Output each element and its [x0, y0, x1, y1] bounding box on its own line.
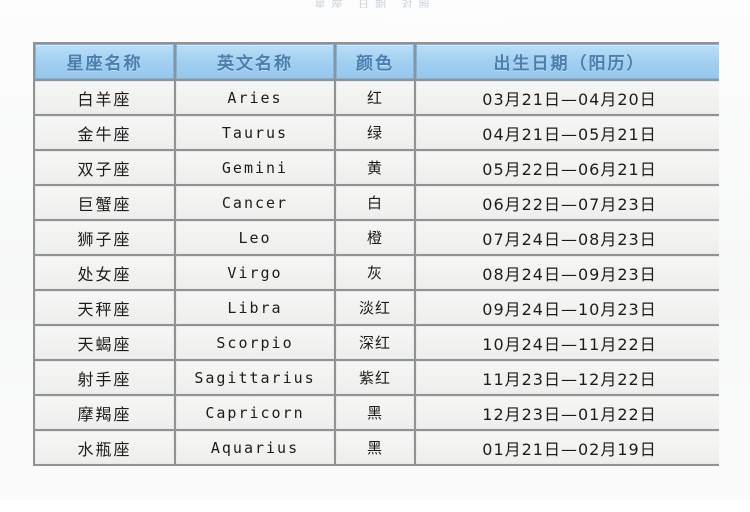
cell-chinese-name: 金牛座 — [35, 116, 174, 149]
table-body: 白羊座 Aries 红 03月21日—04月20日 金牛座 Taurus 绿 04月21日—0… — [35, 81, 719, 464]
cell-english-name: Aquarius — [176, 431, 334, 464]
table-row: 水瓶座 Aquarius 黑 01月21日—02月19日 — [35, 431, 719, 464]
cell-color: 白 — [336, 186, 414, 219]
table-row: 天蝎座 Scorpio 深红 10月24日—11月22日 — [35, 326, 719, 359]
cell-chinese-name: 天秤座 — [35, 291, 174, 324]
cell-birth-date: 01月21日—02月19日 — [416, 431, 719, 464]
cell-color: 灰 — [336, 256, 414, 289]
cell-color: 橙 — [336, 221, 414, 254]
cell-birth-date: 05月22日—06月21日 — [416, 151, 719, 184]
cell-birth-date: 06月22日—07月23日 — [416, 186, 719, 219]
cell-birth-date: 07月24日—08月23日 — [416, 221, 719, 254]
clipped-top-text: 星座 日期 对照 — [314, 0, 436, 8]
cell-chinese-name: 天蝎座 — [35, 326, 174, 359]
column-header-birth-date: 出生日期（阳历） — [416, 44, 719, 79]
table-row: 射手座 Sagittarius 紫红 11月23日—12月22日 — [35, 361, 719, 394]
table-row: 处女座 Virgo 灰 08月24日—09月23日 — [35, 256, 719, 289]
page-background: 星座 日期 对照 星座名称 英文名称 颜色 出生日期（阳历） 白羊座 Aries 红… — [0, 0, 750, 500]
cell-chinese-name: 摩羯座 — [35, 396, 174, 429]
cell-birth-date: 04月21日—05月21日 — [416, 116, 719, 149]
zodiac-table-container: 星座名称 英文名称 颜色 出生日期（阳历） 白羊座 Aries 红 03月21日—04… — [33, 42, 719, 512]
cell-chinese-name: 处女座 — [35, 256, 174, 289]
cell-color: 黑 — [336, 431, 414, 464]
cell-birth-date: 10月24日—11月22日 — [416, 326, 719, 359]
cell-chinese-name: 水瓶座 — [35, 431, 174, 464]
cell-color: 淡红 — [336, 291, 414, 324]
cell-chinese-name: 白羊座 — [35, 81, 174, 114]
column-header-color: 颜色 — [336, 44, 414, 79]
table-row: 双子座 Gemini 黄 05月22日—06月21日 — [35, 151, 719, 184]
cell-birth-date: 03月21日—04月20日 — [416, 81, 719, 114]
column-header-english-name: 英文名称 — [176, 44, 334, 79]
cell-english-name: Virgo — [176, 256, 334, 289]
cell-color: 深红 — [336, 326, 414, 359]
cell-english-name: Cancer — [176, 186, 334, 219]
table-header-row: 星座名称 英文名称 颜色 出生日期（阳历） — [35, 44, 719, 79]
table-row: 狮子座 Leo 橙 07月24日—08月23日 — [35, 221, 719, 254]
cell-color: 黑 — [336, 396, 414, 429]
cell-chinese-name: 巨蟹座 — [35, 186, 174, 219]
cell-english-name: Taurus — [176, 116, 334, 149]
cell-birth-date: 11月23日—12月22日 — [416, 361, 719, 394]
cell-english-name: Leo — [176, 221, 334, 254]
table-header: 星座名称 英文名称 颜色 出生日期（阳历） — [35, 44, 719, 79]
cell-chinese-name: 射手座 — [35, 361, 174, 394]
cell-english-name: Scorpio — [176, 326, 334, 359]
cell-birth-date: 12月23日—01月22日 — [416, 396, 719, 429]
cell-birth-date: 09月24日—10月23日 — [416, 291, 719, 324]
cell-birth-date: 08月24日—09月23日 — [416, 256, 719, 289]
cell-color: 红 — [336, 81, 414, 114]
table-row: 摩羯座 Capricorn 黑 12月23日—01月22日 — [35, 396, 719, 429]
cell-english-name: Gemini — [176, 151, 334, 184]
cell-chinese-name: 狮子座 — [35, 221, 174, 254]
table-row: 金牛座 Taurus 绿 04月21日—05月21日 — [35, 116, 719, 149]
cell-color: 绿 — [336, 116, 414, 149]
cell-color: 紫红 — [336, 361, 414, 394]
table-row: 巨蟹座 Cancer 白 06月22日—07月23日 — [35, 186, 719, 219]
table-row: 天秤座 Libra 淡红 09月24日—10月23日 — [35, 291, 719, 324]
cell-color: 黄 — [336, 151, 414, 184]
cell-english-name: Sagittarius — [176, 361, 334, 394]
cell-english-name: Aries — [176, 81, 334, 114]
cell-chinese-name: 双子座 — [35, 151, 174, 184]
zodiac-table: 星座名称 英文名称 颜色 出生日期（阳历） 白羊座 Aries 红 03月21日—04… — [33, 42, 719, 466]
cell-english-name: Capricorn — [176, 396, 334, 429]
cell-english-name: Libra — [176, 291, 334, 324]
table-row: 白羊座 Aries 红 03月21日—04月20日 — [35, 81, 719, 114]
column-header-chinese-name: 星座名称 — [35, 44, 174, 79]
